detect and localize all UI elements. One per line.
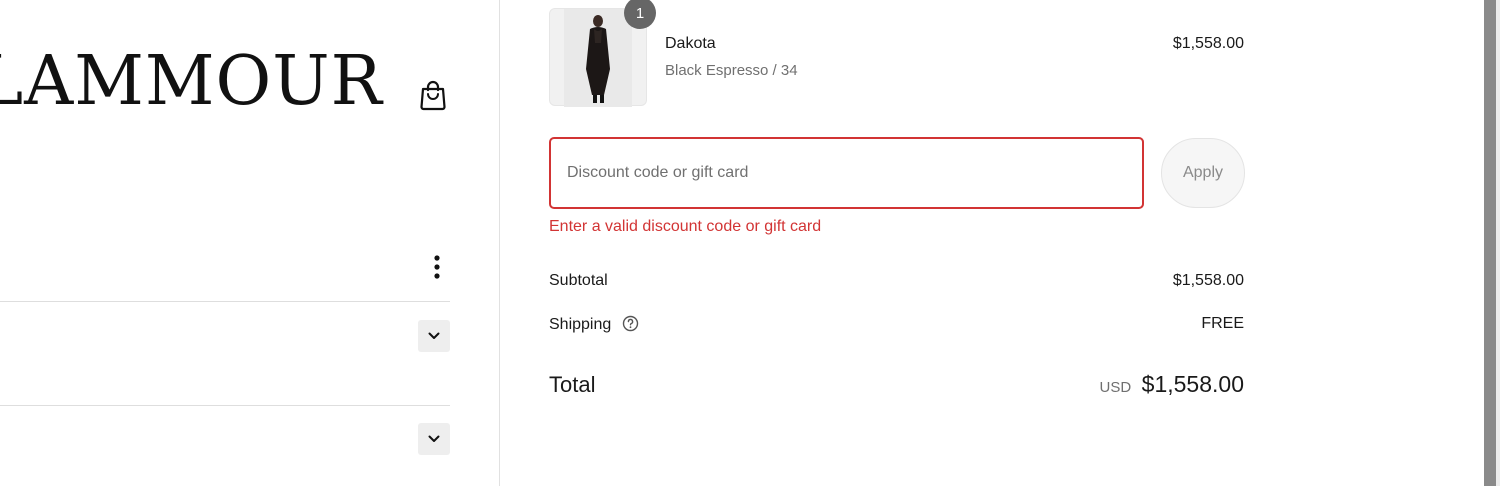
subtotal-label: Subtotal [549, 272, 608, 290]
expand-section-button[interactable] [418, 320, 450, 352]
order-summary: 1 Dakota Black Espresso / 34 $1,558.00 A… [500, 0, 1484, 486]
product-variant: Black Espresso / 34 [665, 62, 798, 79]
discount-error-message: Enter a valid discount code or gift card [549, 218, 822, 235]
shipping-value: FREE [1201, 315, 1244, 332]
more-options-icon[interactable] [430, 254, 444, 280]
total-currency: USD [1099, 379, 1132, 396]
section-divider [0, 405, 450, 406]
scrollbar-track [1496, 0, 1500, 486]
product-price: $1,558.00 [1172, 35, 1244, 52]
subtotal-label-text: Subtotal [549, 272, 608, 289]
store-logo[interactable]: LAMMOUR [0, 48, 383, 116]
left-panel: LAMMOUR [0, 0, 500, 486]
product-name: Dakota [665, 35, 716, 52]
total-amount: USD $1,558.00 [1100, 371, 1244, 398]
expand-section-button[interactable] [418, 423, 450, 455]
shipping-label: Shipping [549, 315, 639, 334]
shipping-label-text: Shipping [549, 316, 612, 333]
discount-code-input[interactable] [549, 137, 1144, 209]
total-value: $1,558.00 [1141, 371, 1244, 397]
total-label: Total [549, 372, 596, 397]
chevron-down-icon [428, 435, 440, 442]
apply-discount-button[interactable]: Apply [1161, 138, 1245, 208]
quantity-badge: 1 [624, 0, 656, 29]
chevron-down-icon [428, 332, 440, 339]
shopping-bag-icon[interactable] [419, 79, 447, 111]
section-divider [0, 301, 450, 302]
checkout-page: LAMMOUR 1 Dakota Black Espresso / 34 $1,… [0, 0, 1500, 486]
product-thumbnail: 1 [549, 0, 656, 107]
help-icon[interactable] [622, 315, 639, 332]
subtotal-value: $1,558.00 [1172, 272, 1244, 289]
